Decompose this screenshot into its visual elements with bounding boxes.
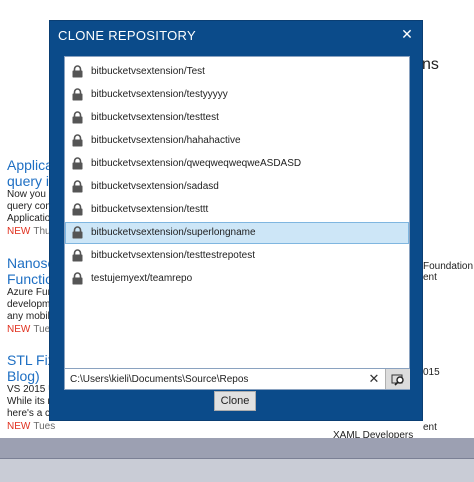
repo-name: bitbucketvsextension/sadasd (91, 181, 219, 192)
repository-list[interactable]: bitbucketvsextension/Test bitbucketvsexte… (64, 56, 410, 384)
lock-icon (72, 157, 83, 170)
lock-icon (72, 203, 83, 216)
folder-search-icon (391, 374, 404, 386)
repo-name: bitbucketvsextension/testtest (91, 111, 219, 123)
side-text: ent (423, 272, 437, 283)
side-text: ent (423, 422, 437, 433)
repo-name: bitbucketvsextension/testtestrepotest (91, 250, 255, 262)
new-badge: NEW (7, 324, 31, 335)
side-text: 015 (423, 367, 440, 378)
path-field: ✕ (64, 368, 410, 390)
lock-icon (72, 249, 83, 262)
repo-list-item[interactable]: bitbucketvsextension/testtt (65, 199, 409, 221)
lock-icon (72, 180, 83, 193)
repo-list-item[interactable]: bitbucketvsextension/superlongname (65, 221, 409, 244)
repo-name: bitbucketvsextension/Test (91, 65, 205, 77)
lock-icon (72, 134, 83, 147)
lock-icon (72, 87, 83, 101)
repo-list-item[interactable]: bitbucketvsextension/sadasd (65, 176, 409, 198)
divider (0, 458, 474, 459)
repo-name: testujemyext/teamrepo (91, 273, 193, 285)
status-bar-area (0, 438, 474, 482)
repo-list-item[interactable]: bitbucketvsextension/qweqweqweqweASDASD (65, 152, 409, 174)
dialog-title: CLONE REPOSITORY (58, 28, 196, 43)
repo-list-item[interactable]: testujemyext/teamrepo (65, 268, 409, 290)
lock-icon (72, 272, 83, 285)
repo-list-item[interactable]: bitbucketvsextension/testtestrepotest (65, 245, 409, 267)
browse-button[interactable] (385, 369, 410, 389)
repo-list-item[interactable]: bitbucketvsextension/Test (65, 60, 409, 82)
clear-icon[interactable]: ✕ (365, 369, 383, 389)
new-badge: NEW (7, 421, 31, 432)
toolbar-strip (0, 438, 474, 458)
repo-name: bitbucketvsextension/qweqweqweqweASDASD (91, 157, 302, 169)
clone-button[interactable]: Clone (214, 391, 256, 411)
section-heading-fragment: ns (422, 56, 439, 73)
repo-name: bitbucketvsextension/hahahactive (91, 134, 241, 146)
close-icon[interactable]: ✕ (398, 25, 416, 43)
side-text: Foundation (423, 261, 474, 272)
repo-list-item[interactable]: bitbucketvsextension/hahahactive (65, 129, 409, 151)
new-badge: NEW (7, 226, 31, 237)
repo-name: bitbucketvsextension/testtt (91, 204, 209, 216)
lock-icon (72, 64, 83, 77)
lock-icon (72, 110, 83, 124)
clone-repository-dialog: CLONE REPOSITORY ✕ bitbucketvsextension/… (50, 21, 422, 420)
lock-icon (72, 226, 83, 239)
repo-name: bitbucketvsextension/superlongname (91, 227, 256, 239)
repo-list-item[interactable]: bitbucketvsextension/testyyyyy (65, 83, 409, 105)
news-date: NEW Tues (7, 421, 56, 432)
path-input[interactable] (65, 369, 366, 389)
repo-name: bitbucketvsextension/testyyyyy (91, 88, 228, 100)
repo-list-item[interactable]: bitbucketvsextension/testtest (65, 106, 409, 128)
